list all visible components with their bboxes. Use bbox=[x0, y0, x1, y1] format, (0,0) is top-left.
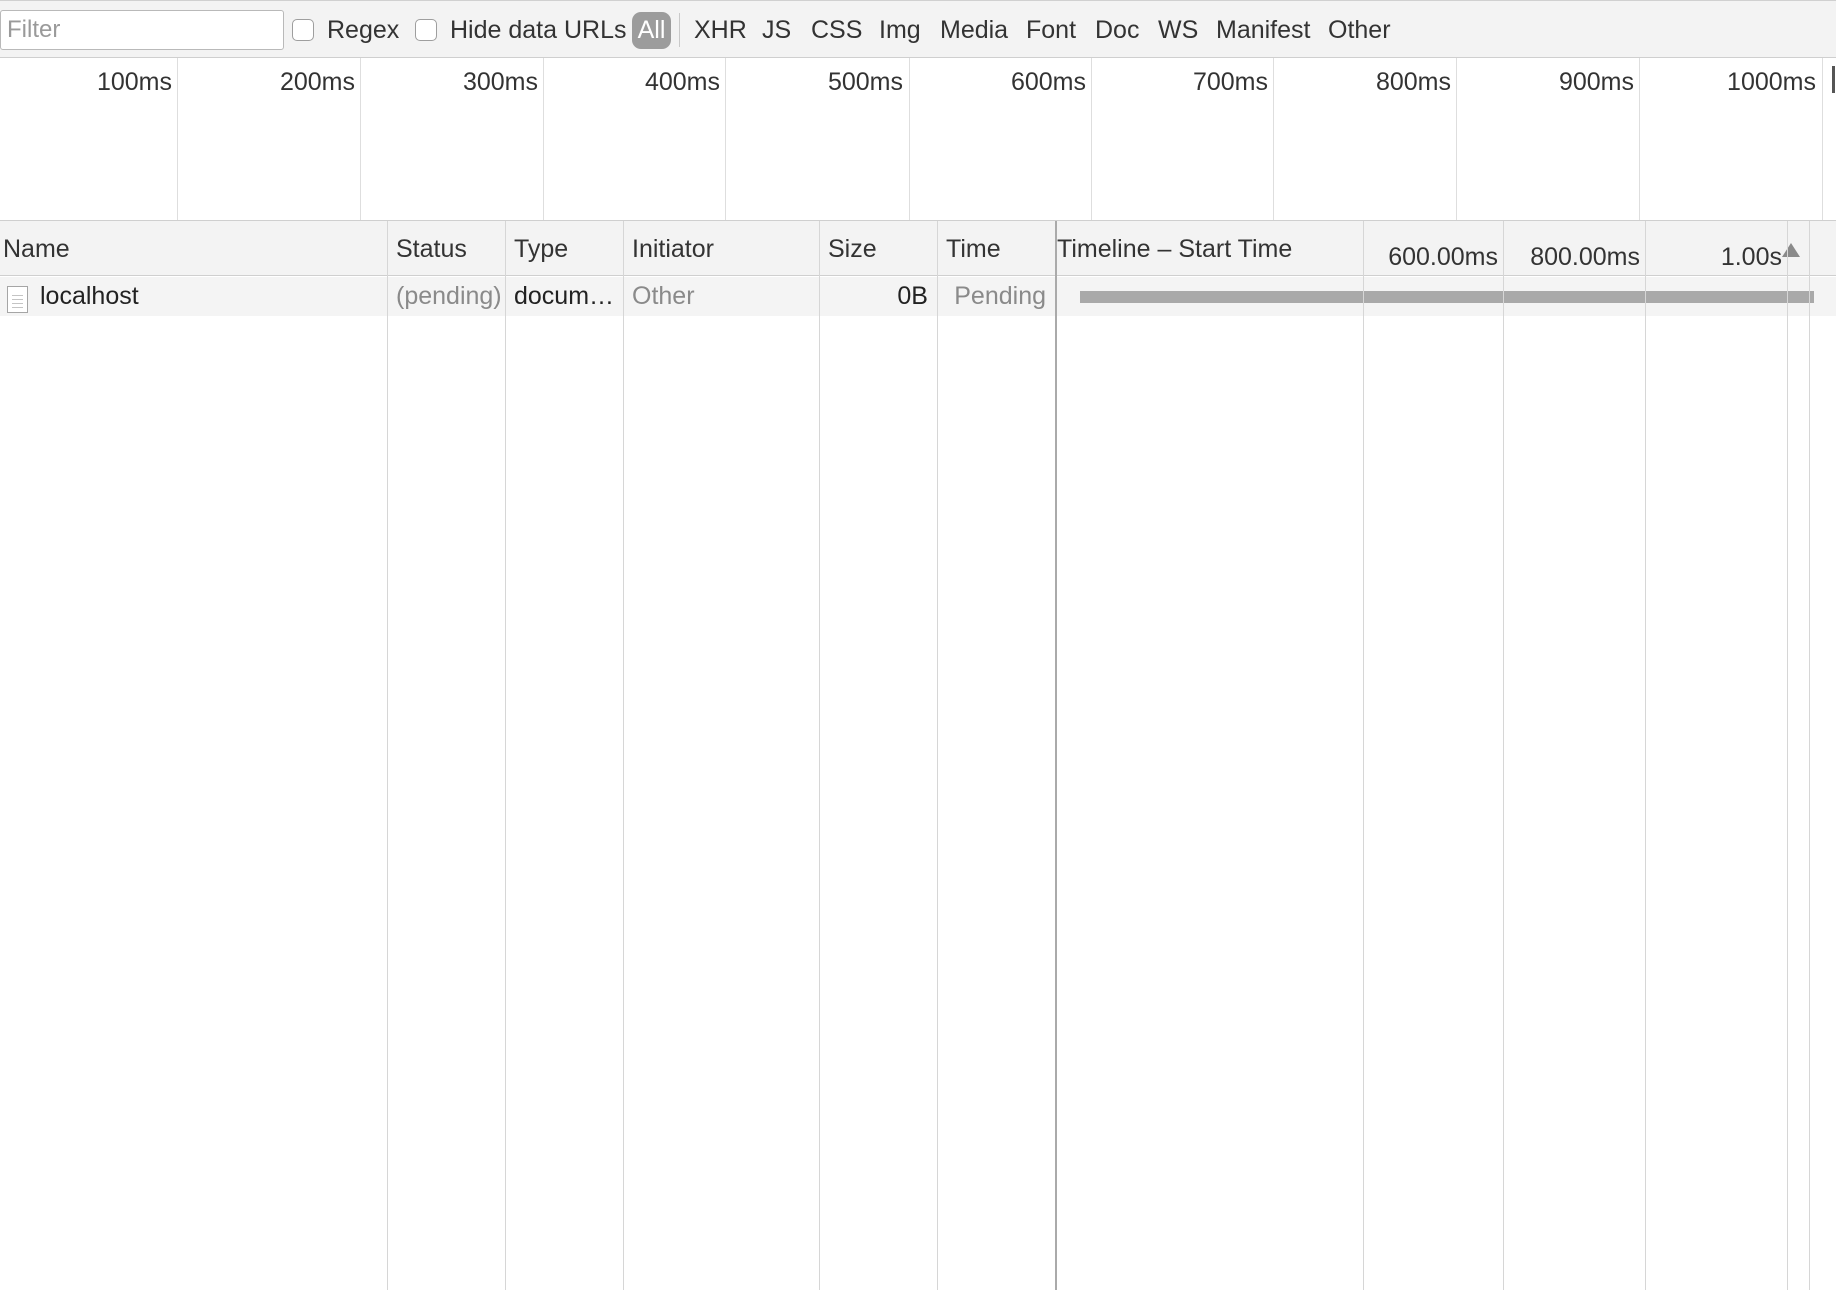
waterfall-bar bbox=[1080, 291, 1814, 303]
type-filter-js[interactable]: JS bbox=[762, 15, 791, 45]
column-header-size[interactable]: Size bbox=[828, 234, 877, 264]
overview-gridline bbox=[1091, 58, 1092, 220]
document-icon bbox=[7, 286, 28, 313]
timeline-gridline bbox=[1363, 221, 1364, 1290]
toolbar-divider bbox=[679, 13, 680, 47]
timeline-tick-label: 800.00ms bbox=[1530, 243, 1640, 271]
overview-tick-label: 100ms bbox=[96, 68, 172, 96]
type-filter-xhr[interactable]: XHR bbox=[694, 15, 747, 45]
column-header-initiator[interactable]: Initiator bbox=[632, 234, 714, 264]
hide-data-urls-label[interactable]: Hide data URLs bbox=[450, 15, 626, 45]
column-header-name[interactable]: Name bbox=[3, 234, 70, 264]
request-size: 0B bbox=[897, 282, 928, 310]
overview-tick-label: 200ms bbox=[279, 68, 355, 96]
timeline-tick-label: 600.00ms bbox=[1388, 243, 1498, 271]
overview-gridline bbox=[1822, 58, 1823, 220]
overview-gridline bbox=[909, 58, 910, 220]
hide-data-urls-checkbox[interactable] bbox=[415, 19, 437, 41]
requests-table-header: Name Status Type Initiator Size Time Tim… bbox=[0, 221, 1836, 276]
column-divider[interactable] bbox=[937, 221, 938, 1290]
type-filter-doc[interactable]: Doc bbox=[1095, 15, 1139, 45]
type-filter-img[interactable]: Img bbox=[879, 15, 921, 45]
request-initiator: Other bbox=[632, 282, 695, 310]
column-divider[interactable] bbox=[505, 221, 506, 1290]
type-filter-all[interactable]: All bbox=[632, 12, 671, 49]
column-divider[interactable] bbox=[1809, 221, 1810, 1290]
request-status: (pending) bbox=[396, 282, 502, 310]
column-header-timeline[interactable]: Timeline – Start Time bbox=[1057, 234, 1292, 264]
overview-tick-label: 800ms bbox=[1375, 68, 1451, 96]
timeline-overview[interactable]: 100ms 200ms 300ms 400ms 500ms 600ms 700m… bbox=[0, 58, 1836, 221]
overview-tick-label: 300ms bbox=[462, 68, 538, 96]
overview-window-handle[interactable] bbox=[1832, 66, 1835, 93]
overview-gridline bbox=[1456, 58, 1457, 220]
overview-gridline bbox=[543, 58, 544, 220]
type-filter-css[interactable]: CSS bbox=[811, 15, 862, 45]
overview-tick-label: 600ms bbox=[1010, 68, 1086, 96]
regex-label[interactable]: Regex bbox=[327, 15, 399, 45]
overview-gridline bbox=[725, 58, 726, 220]
type-filter-manifest[interactable]: Manifest bbox=[1216, 15, 1310, 45]
overview-gridline bbox=[1639, 58, 1640, 220]
overview-gridline bbox=[1273, 58, 1274, 220]
column-divider[interactable] bbox=[819, 221, 820, 1290]
overview-tick-label: 400ms bbox=[644, 68, 720, 96]
column-divider[interactable] bbox=[623, 221, 624, 1290]
column-header-time[interactable]: Time bbox=[946, 234, 1001, 264]
request-time: Pending bbox=[954, 282, 1046, 310]
timeline-gridline bbox=[1787, 221, 1788, 1290]
table-row[interactable]: localhost (pending) docum… Other 0B Pend… bbox=[0, 277, 1836, 316]
overview-gridline bbox=[177, 58, 178, 220]
column-header-type[interactable]: Type bbox=[514, 234, 568, 264]
overview-tick-label: 700ms bbox=[1192, 68, 1268, 96]
regex-checkbox[interactable] bbox=[292, 19, 314, 41]
overview-tick-label: 900ms bbox=[1558, 68, 1634, 96]
type-filter-media[interactable]: Media bbox=[940, 15, 1008, 45]
network-filter-toolbar: Regex Hide data URLs All XHR JS CSS Img … bbox=[0, 0, 1836, 58]
timeline-tick-label: 1.00s bbox=[1720, 243, 1782, 271]
request-name[interactable]: localhost bbox=[40, 281, 139, 311]
filter-input[interactable] bbox=[0, 10, 284, 50]
sort-ascending-icon bbox=[1782, 243, 1800, 257]
overview-tick-label: 1000ms bbox=[1727, 68, 1816, 96]
column-divider[interactable] bbox=[387, 221, 388, 1290]
overview-gridline bbox=[360, 58, 361, 220]
column-divider[interactable] bbox=[1055, 221, 1057, 1290]
type-filter-other[interactable]: Other bbox=[1328, 15, 1391, 45]
overview-tick-label: 500ms bbox=[827, 68, 903, 96]
column-header-status[interactable]: Status bbox=[396, 234, 467, 264]
request-type: docum… bbox=[514, 282, 615, 310]
timeline-gridline bbox=[1503, 221, 1504, 1290]
type-filter-font[interactable]: Font bbox=[1026, 15, 1076, 45]
type-filter-ws[interactable]: WS bbox=[1158, 15, 1198, 45]
timeline-gridline bbox=[1645, 221, 1646, 1290]
